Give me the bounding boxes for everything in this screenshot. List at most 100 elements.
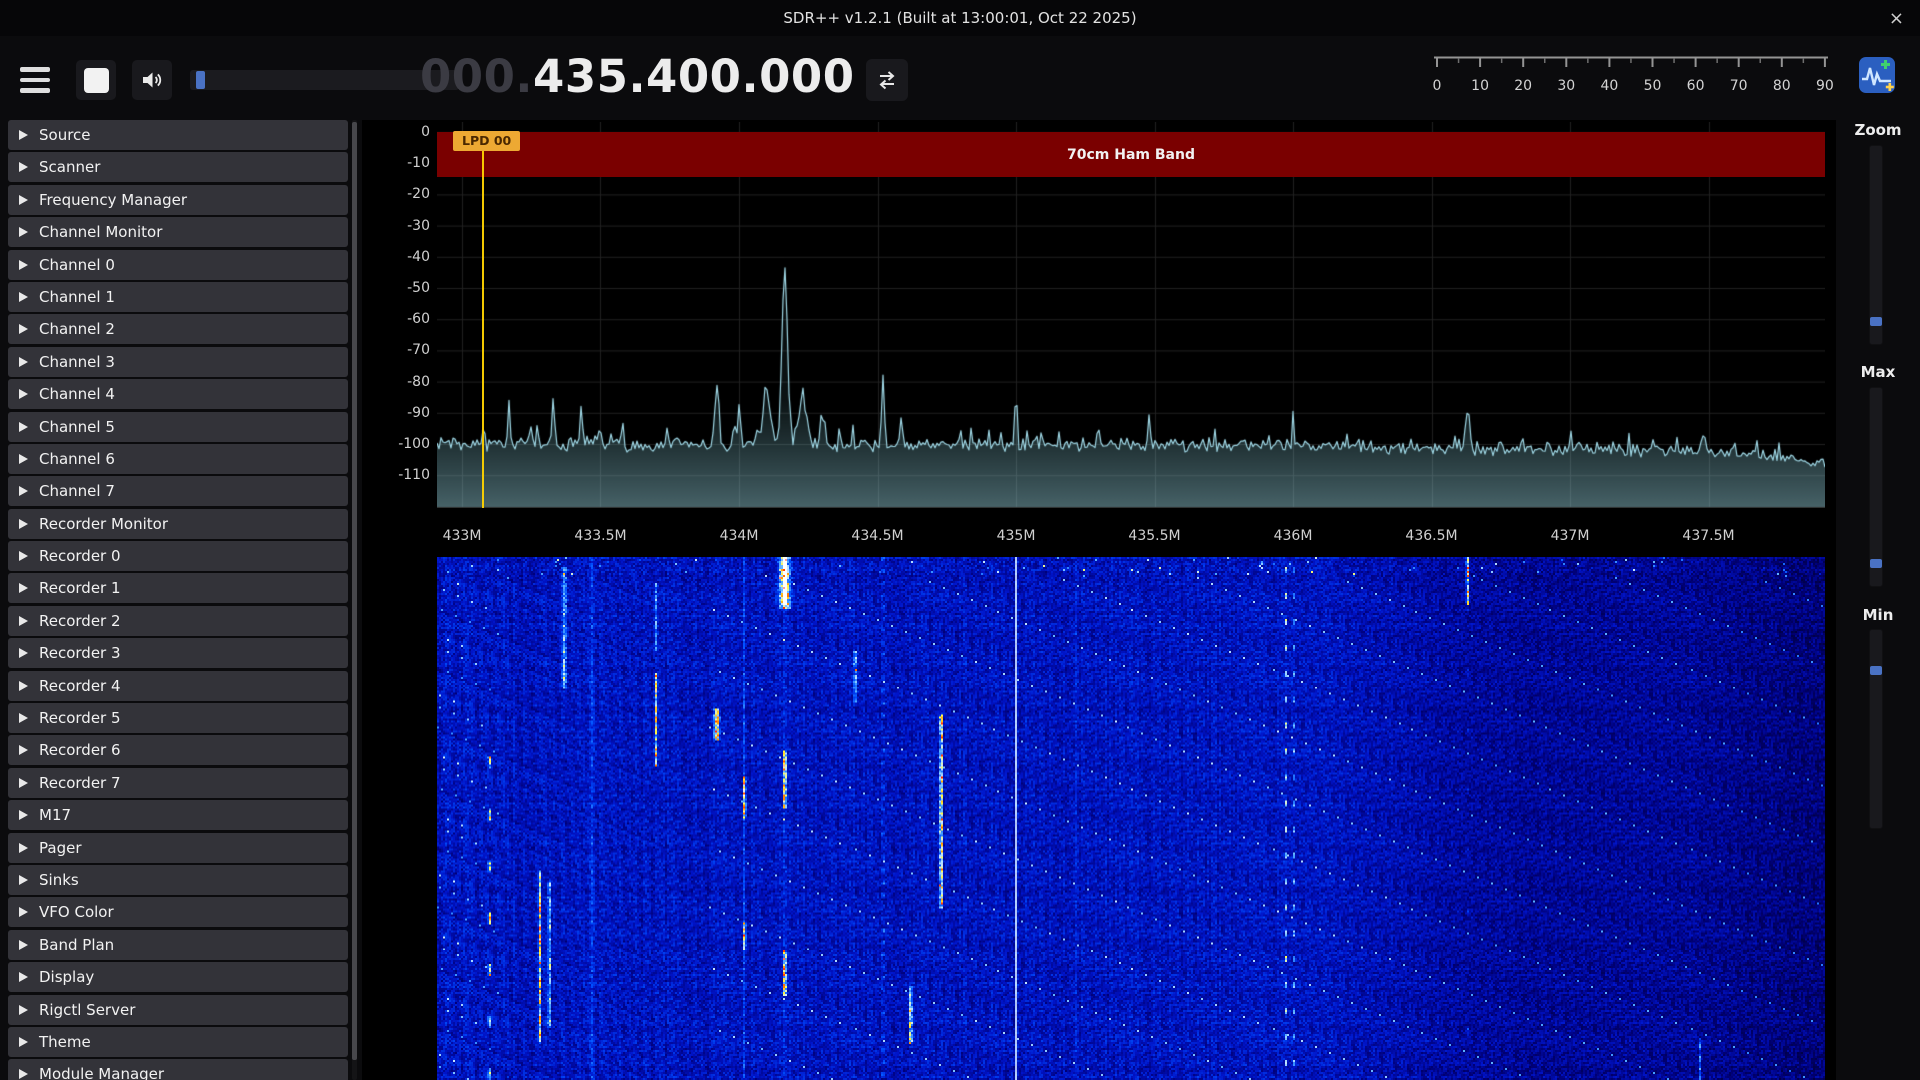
hamburger-icon bbox=[20, 67, 50, 72]
collapse-arrow-icon bbox=[19, 1005, 28, 1015]
min-label: Min bbox=[1836, 606, 1920, 624]
collapse-arrow-icon bbox=[19, 292, 28, 302]
sidebar-item-band-plan[interactable]: Band Plan bbox=[8, 930, 348, 960]
sidebar-item-recorder-0[interactable]: Recorder 0 bbox=[8, 541, 348, 571]
sidebar-item-recorder-2[interactable]: Recorder 2 bbox=[8, 606, 348, 636]
freq-tick-label: 434M bbox=[694, 528, 784, 544]
snr-scale-label: 20 bbox=[1508, 78, 1538, 94]
freq-tick-label: 435M bbox=[971, 528, 1061, 544]
sidebar-item-channel-2[interactable]: Channel 2 bbox=[8, 314, 348, 344]
menu-toggle-button[interactable] bbox=[14, 58, 58, 102]
snr-scale-label: 60 bbox=[1681, 78, 1711, 94]
max-slider[interactable] bbox=[1869, 387, 1883, 587]
min-slider-handle[interactable] bbox=[1870, 666, 1882, 675]
tuning-mode-button[interactable] bbox=[866, 59, 908, 101]
collapse-arrow-icon bbox=[19, 810, 28, 820]
sidebar-item-channel-3[interactable]: Channel 3 bbox=[8, 347, 348, 377]
frequency-display[interactable]: 000.435.400.000 bbox=[420, 50, 850, 104]
sidebar-item-channel-monitor[interactable]: Channel Monitor bbox=[8, 217, 348, 247]
sidebar-item-recorder-monitor[interactable]: Recorder Monitor bbox=[8, 509, 348, 539]
vfo-badge[interactable]: LPD 00 bbox=[453, 131, 520, 151]
band-plan-bar: 70cm Ham Band bbox=[437, 132, 1825, 177]
snr-scale-label: 90 bbox=[1810, 78, 1840, 94]
min-slider[interactable] bbox=[1869, 629, 1883, 829]
titlebar: SDR++ v1.2.1 (Built at 13:00:01, Oct 22 … bbox=[0, 0, 1920, 36]
freq-tick-label: 434.5M bbox=[833, 528, 923, 544]
collapse-arrow-icon bbox=[19, 648, 28, 658]
snr-scale-label: 50 bbox=[1638, 78, 1668, 94]
db-tick-label: -10 bbox=[362, 155, 430, 171]
sidebar-item-channel-0[interactable]: Channel 0 bbox=[8, 250, 348, 280]
collapse-arrow-icon bbox=[19, 324, 28, 334]
sidebar-item-pager[interactable]: Pager bbox=[8, 833, 348, 863]
volume-slider-handle[interactable] bbox=[196, 71, 205, 89]
sidebar-item-recorder-5[interactable]: Recorder 5 bbox=[8, 703, 348, 733]
freq-tick-label: 436.5M bbox=[1387, 528, 1477, 544]
zoom-slider[interactable] bbox=[1869, 145, 1883, 345]
collapse-arrow-icon bbox=[19, 551, 28, 561]
sidebar-item-module-manager[interactable]: Module Manager bbox=[8, 1059, 348, 1080]
collapse-arrow-icon bbox=[19, 227, 28, 237]
volume-slider[interactable] bbox=[190, 70, 459, 90]
snr-scale-label: 0 bbox=[1422, 78, 1452, 94]
sidebar-item-recorder-1[interactable]: Recorder 1 bbox=[8, 573, 348, 603]
sidebar-item-source[interactable]: Source bbox=[8, 120, 348, 150]
frequency-main-digits: 435.400.000 bbox=[533, 50, 855, 103]
collapse-arrow-icon bbox=[19, 1037, 28, 1047]
frequency-dim-digits: 000. bbox=[420, 50, 533, 103]
sidebar-item-channel-5[interactable]: Channel 5 bbox=[8, 412, 348, 442]
fft-spectrum-canvas[interactable] bbox=[437, 122, 1825, 508]
fft-panel: 70cm Ham Band LPD 00 0-10-20-30-40-50-60… bbox=[362, 120, 1836, 1080]
speaker-icon bbox=[140, 68, 164, 92]
db-tick-label: 0 bbox=[362, 124, 430, 140]
stop-icon bbox=[84, 68, 109, 93]
collapse-arrow-icon bbox=[19, 713, 28, 723]
snr-scale-label: 10 bbox=[1465, 78, 1495, 94]
sidebar-item-recorder-7[interactable]: Recorder 7 bbox=[8, 768, 348, 798]
collapse-arrow-icon bbox=[19, 389, 28, 399]
sidebar-item-recorder-4[interactable]: Recorder 4 bbox=[8, 671, 348, 701]
sidebar-item-rigctl-server[interactable]: Rigctl Server bbox=[8, 995, 348, 1025]
sidebar-item-m17[interactable]: M17 bbox=[8, 800, 348, 830]
sdrpp-logo-icon bbox=[1858, 56, 1896, 94]
snr-scale-label: 30 bbox=[1551, 78, 1581, 94]
freq-tick-label: 437.5M bbox=[1664, 528, 1754, 544]
db-tick-label: -40 bbox=[362, 249, 430, 265]
sidebar-item-theme[interactable]: Theme bbox=[8, 1027, 348, 1057]
freq-tick-label: 437M bbox=[1525, 528, 1615, 544]
sidebar-scrollbar-thumb[interactable] bbox=[352, 122, 357, 1060]
db-tick-label: -80 bbox=[362, 374, 430, 390]
sidebar-item-recorder-6[interactable]: Recorder 6 bbox=[8, 735, 348, 765]
collapse-arrow-icon bbox=[19, 583, 28, 593]
collapse-arrow-icon bbox=[19, 162, 28, 172]
snr-meter: 0102030405060708090 bbox=[1432, 56, 1832, 100]
sidebar-item-scanner[interactable]: Scanner bbox=[8, 152, 348, 182]
collapse-arrow-icon bbox=[19, 519, 28, 529]
db-tick-label: -50 bbox=[362, 280, 430, 296]
sidebar-item-channel-4[interactable]: Channel 4 bbox=[8, 379, 348, 409]
collapse-arrow-icon bbox=[19, 357, 28, 367]
sidebar-item-channel-6[interactable]: Channel 6 bbox=[8, 444, 348, 474]
close-button[interactable]: × bbox=[1889, 0, 1904, 36]
vfo-cursor-line[interactable] bbox=[482, 131, 484, 508]
max-slider-handle[interactable] bbox=[1870, 559, 1882, 568]
sidebar-item-sinks[interactable]: Sinks bbox=[8, 865, 348, 895]
collapse-arrow-icon bbox=[19, 422, 28, 432]
freq-tick-label: 433M bbox=[417, 528, 507, 544]
sidebar-scrollbar[interactable] bbox=[352, 120, 357, 1080]
collapse-arrow-icon bbox=[19, 940, 28, 950]
db-tick-label: -60 bbox=[362, 311, 430, 327]
zoom-slider-handle[interactable] bbox=[1870, 317, 1882, 326]
sidebar-item-display[interactable]: Display bbox=[8, 962, 348, 992]
band-plan-label: 70cm Ham Band bbox=[1067, 147, 1195, 163]
sidebar-item-frequency-manager[interactable]: Frequency Manager bbox=[8, 185, 348, 215]
collapse-arrow-icon bbox=[19, 972, 28, 982]
waterfall-canvas[interactable] bbox=[437, 557, 1825, 1080]
sidebar-item-channel-7[interactable]: Channel 7 bbox=[8, 476, 348, 506]
sidebar-item-channel-1[interactable]: Channel 1 bbox=[8, 282, 348, 312]
sidebar-item-recorder-3[interactable]: Recorder 3 bbox=[8, 638, 348, 668]
sidebar-item-vfo-color[interactable]: VFO Color bbox=[8, 897, 348, 927]
stop-button[interactable] bbox=[76, 60, 116, 100]
volume-mute-button[interactable] bbox=[132, 60, 172, 100]
snr-scale-label: 80 bbox=[1767, 78, 1797, 94]
